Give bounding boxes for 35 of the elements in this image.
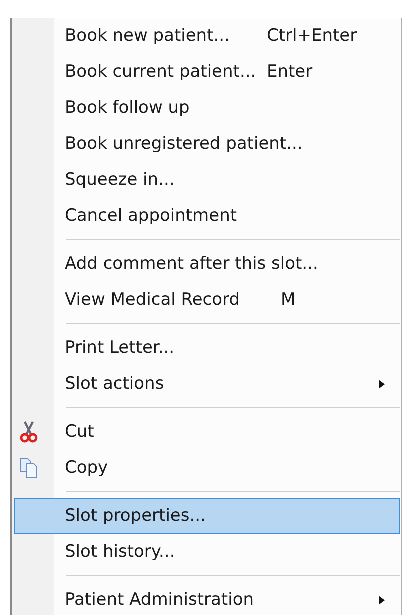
menu-item[interactable]: Book unregistered patient... [14, 126, 400, 162]
menu-item[interactable]: Slot properties... [14, 498, 400, 534]
menu-item[interactable]: Slot actions [14, 366, 400, 402]
menu-item[interactable]: Patient Administration [14, 582, 400, 615]
scissors-icon [19, 421, 39, 443]
menu-item-label: Book new patient... [65, 26, 230, 46]
menu-item[interactable]: Print Letter... [14, 330, 400, 366]
shortcut-label: Ctrl+Enter [267, 26, 358, 46]
menu-item-label: Slot actions [65, 374, 164, 394]
shortcut-label: Enter [267, 62, 313, 82]
menu-item[interactable]: Copy [14, 450, 400, 486]
menu-item[interactable]: Book follow up [14, 90, 400, 126]
menu-item[interactable]: Add comment after this slot... [14, 246, 400, 282]
menu-item-label: Print Letter... [65, 338, 175, 358]
menu-item-label: Book current patient... [65, 62, 256, 82]
menu-item[interactable]: Book current patient... Enter [14, 54, 400, 90]
menu-item-label: Book follow up [65, 98, 190, 118]
menu-item[interactable]: Book new patient... Ctrl+Enter [14, 18, 400, 54]
menu-item[interactable]: Squeeze in... [14, 162, 400, 198]
menu-item-label: Slot history... [65, 542, 176, 562]
menu-item-label: Copy [65, 458, 108, 478]
menu-item-label: View Medical Record [65, 290, 240, 310]
shortcut-label: M [281, 290, 296, 310]
menu-item-label: Cut [65, 422, 94, 442]
menu-item[interactable]: Cut [14, 414, 400, 450]
copy-icon [19, 457, 39, 479]
menu-item[interactable]: View Medical Record M [14, 282, 400, 318]
menu-item-label: Book unregistered patient... [65, 134, 303, 154]
menu-item-label: Squeeze in... [65, 170, 175, 190]
menu-item-label: Slot properties... [65, 506, 206, 526]
menu-item[interactable]: Slot history... [14, 534, 400, 570]
menu-item-label: Add comment after this slot... [65, 254, 318, 274]
menu-item-label: Cancel appointment [65, 206, 238, 226]
menu-item[interactable]: Cancel appointment [14, 198, 400, 234]
menu-item-label: Patient Administration [65, 590, 254, 610]
